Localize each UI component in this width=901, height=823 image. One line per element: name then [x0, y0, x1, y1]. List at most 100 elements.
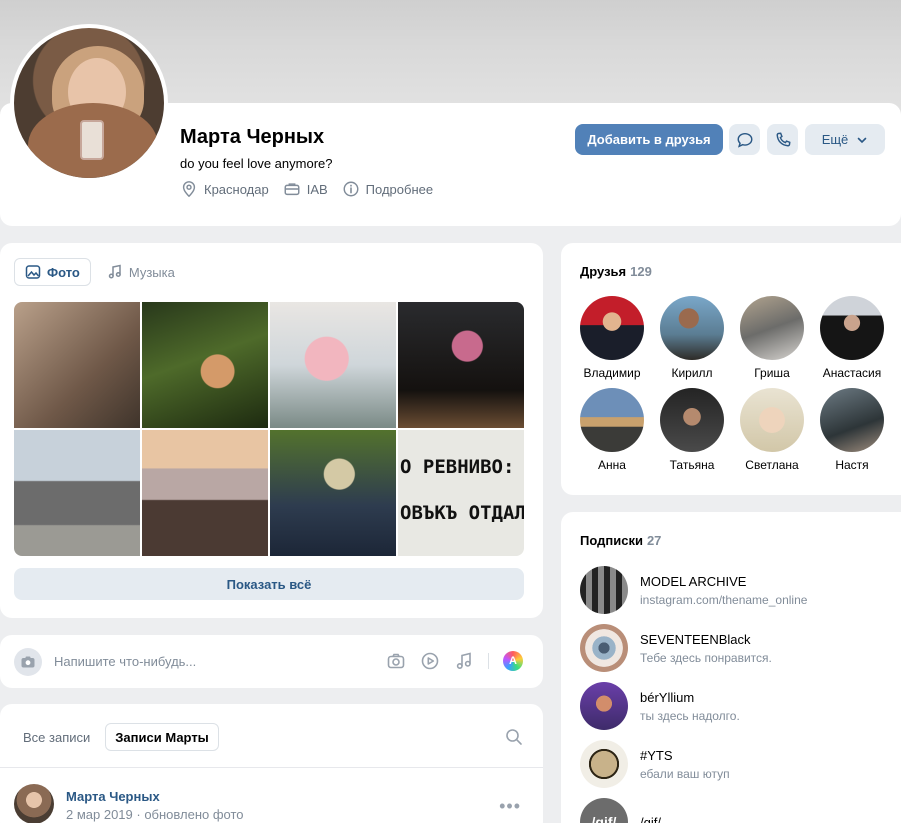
add-friend-button[interactable]: Добавить в друзья [575, 124, 723, 155]
post-author-link[interactable]: Марта Черных [66, 789, 160, 804]
wall-tabs: Все записи Записи Марты [14, 723, 219, 751]
friend-item[interactable]: Татьяна [660, 388, 724, 472]
more-dropdown-button[interactable]: Ещё [805, 124, 885, 155]
avatar [740, 388, 804, 452]
photo-thumbnail[interactable] [142, 302, 268, 428]
tab-own-posts[interactable]: Записи Марты [105, 723, 219, 751]
more-label: Ещё [821, 132, 849, 147]
subscription-item[interactable]: SEVENTEENBlack Тебе здесь понравится. [580, 624, 807, 672]
avatar [580, 566, 628, 614]
friends-title-label: Друзья [580, 264, 627, 279]
wall-card: Все записи Записи Марты Марта Черных 2 м… [0, 704, 543, 823]
subscriptions-card: Подписки 27 MODEL ARCHIVE instagram.com/th… [561, 512, 901, 823]
message-button[interactable] [729, 124, 760, 155]
friend-name: Татьяна [669, 458, 715, 472]
friend-item[interactable]: Гриша [740, 296, 804, 380]
subscription-desc: instagram.com/thename_online [640, 592, 808, 607]
divider [488, 653, 489, 669]
compose-tools: A [386, 651, 523, 671]
photo-thumbnail[interactable] [14, 302, 140, 428]
post-input[interactable]: Напишите что-нибудь... [54, 654, 196, 669]
media-card: Фото Музыка О РЕВНИВО: ОНО Т ОВЪКЪ ОТДАЛ… [0, 243, 543, 618]
friend-item[interactable]: Владимир [580, 296, 644, 380]
artist-icon[interactable]: A [503, 651, 523, 671]
briefcase-icon [284, 183, 300, 196]
subscriptions-title[interactable]: Подписки 27 [580, 533, 661, 548]
avatar [580, 624, 628, 672]
divider [0, 767, 543, 768]
music-note-icon[interactable] [454, 651, 474, 671]
friend-item[interactable]: Светлана [740, 388, 804, 472]
subscription-name: MODEL ARCHIVE [640, 573, 747, 589]
photo-text: О РЕВНИВО: ОНО Т ОВЪКЪ ОТДАЛСЯ ЕМ [400, 456, 524, 524]
tab-all-posts[interactable]: Все записи [14, 723, 99, 751]
more-info-link[interactable]: Подробнее [342, 180, 433, 198]
photo-thumbnail[interactable] [270, 430, 396, 556]
subscription-name: /gif/ [640, 814, 661, 823]
avatar [660, 296, 724, 360]
call-button[interactable] [767, 124, 798, 155]
subscription-desc: Тебе здесь понравится. [640, 650, 772, 665]
show-all-button[interactable]: Показать всё [14, 568, 524, 600]
photo-icon [25, 265, 41, 279]
tab-photos-label: Фото [47, 264, 80, 280]
avatar [580, 388, 644, 452]
subscription-name: SEVENTEENBlack [640, 631, 751, 647]
more-info-label: Подробнее [365, 181, 434, 197]
avatar [820, 296, 884, 360]
info-icon [343, 181, 359, 197]
video-play-icon[interactable] [420, 651, 440, 671]
photo-grid: О РЕВНИВО: ОНО Т ОВЪКЪ ОТДАЛСЯ ЕМ [14, 302, 524, 556]
avatar[interactable] [14, 784, 54, 823]
subscription-item[interactable]: bérYllium ты здесь надолго. [580, 682, 807, 730]
more-dots-icon[interactable]: ••• [499, 796, 521, 817]
subscriptions-title-label: Подписки [580, 533, 643, 548]
compose-card: Напишите что-нибудь... A [0, 635, 543, 688]
subscription-name: #YTS [640, 747, 673, 763]
friend-item[interactable]: Кирилл [660, 296, 724, 380]
friend-name: Владимир [583, 366, 641, 380]
photo-thumbnail[interactable] [270, 302, 396, 428]
friend-item[interactable]: Настя [820, 388, 884, 472]
work-item[interactable]: IAB [283, 180, 328, 198]
city-item[interactable]: Краснодар [180, 180, 269, 198]
photo-thumbnail[interactable]: О РЕВНИВО: ОНО Т ОВЪКЪ ОТДАЛСЯ ЕМ [398, 430, 524, 556]
subscriptions-count: 27 [646, 533, 662, 548]
friends-title[interactable]: Друзья 129 [580, 264, 652, 279]
profile-avatar[interactable] [10, 24, 168, 182]
photo-thumbnail[interactable] [142, 430, 268, 556]
subscription-desc: ты здесь надолго. [640, 708, 740, 723]
phone-icon [776, 131, 791, 146]
friends-grid: Владимир Кирилл Гриша Анастасия Анна Тат… [580, 296, 884, 472]
friend-item[interactable]: Анна [580, 388, 644, 472]
photo-thumbnail[interactable] [398, 302, 524, 428]
search-icon[interactable] [505, 728, 523, 746]
tab-music[interactable]: Музыка [97, 258, 185, 286]
city-label: Краснодар [204, 181, 269, 197]
music-note-icon [108, 264, 121, 279]
photo-camera-icon[interactable] [386, 651, 406, 671]
post-meta: 2 мар 2019 · обновлено фото [66, 807, 244, 822]
location-pin-icon [182, 181, 196, 198]
subscription-item[interactable]: #YTS ебали ваш ютуп [580, 740, 807, 788]
subscription-name: bérYllium [640, 689, 695, 705]
avatar [820, 388, 884, 452]
photo-thumbnail[interactable] [14, 430, 140, 556]
tab-photos[interactable]: Фото [14, 258, 91, 286]
tab-music-label: Музыка [128, 264, 175, 280]
friend-name: Анна [598, 458, 626, 472]
profile-name: Марта Черных [180, 126, 325, 148]
friends-card: Друзья 129 Владимир Кирилл Гриша Анастаси… [561, 243, 901, 495]
subscription-item[interactable]: /gif/ /gif/ [580, 798, 807, 823]
avatar [580, 296, 644, 360]
friend-name: Анастасия [822, 366, 882, 380]
chevron-down-icon [857, 137, 867, 143]
subscription-item[interactable]: MODEL ARCHIVE instagram.com/thename_onlin… [580, 566, 807, 614]
avatar [580, 740, 628, 788]
friend-item[interactable]: Анастасия [820, 296, 884, 380]
friend-name: Настя [835, 458, 869, 472]
camera-icon[interactable] [14, 648, 42, 676]
profile-meta: Краснодар IAB Подробнее [180, 180, 433, 198]
work-label: IAB [306, 181, 328, 197]
subscriptions-list: MODEL ARCHIVE instagram.com/thename_onlin… [580, 566, 807, 823]
